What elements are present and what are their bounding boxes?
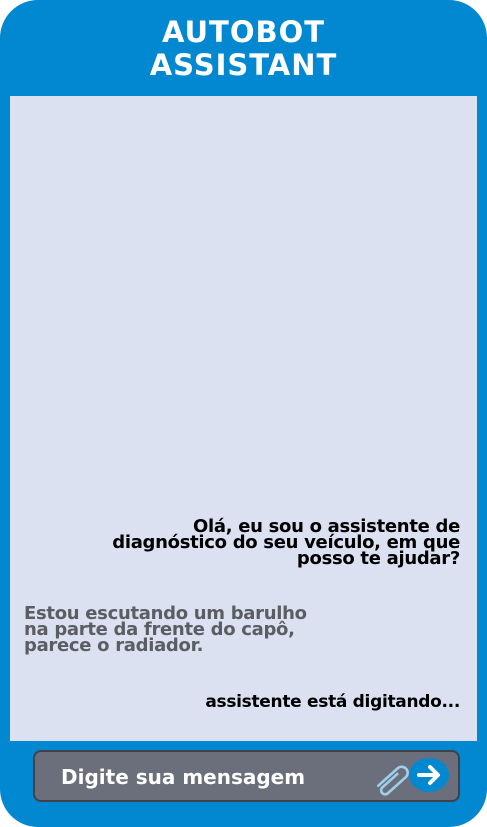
bot-message: Olá, eu sou o assistente de diagnóstico … xyxy=(40,518,460,569)
user-message: Estou escutando um barulho na parte da f… xyxy=(24,605,384,656)
message-input-bar[interactable]: Digite sua mensagem xyxy=(33,750,460,802)
message-input[interactable]: Digite sua mensagem xyxy=(61,764,305,790)
paperclip-icon[interactable] xyxy=(365,756,411,798)
typing-indicator: assistente está digitando... xyxy=(205,692,460,712)
arrow-right-icon xyxy=(417,765,440,785)
app-title-line-2: ASSISTANT xyxy=(149,48,338,82)
send-button[interactable] xyxy=(409,758,449,792)
chat-messages-area[interactable]: Olá, eu sou o assistente de diagnóstico … xyxy=(10,96,477,741)
app-title-line-1: AUTOBOT xyxy=(161,15,326,49)
chat-window: AUTOBOT ASSISTANT Olá, eu sou o assisten… xyxy=(0,0,487,827)
app-title: AUTOBOT ASSISTANT xyxy=(0,16,487,82)
user-message-line: parece o radiador. xyxy=(24,635,204,656)
bot-message-line: posso te ajudar? xyxy=(296,548,460,569)
